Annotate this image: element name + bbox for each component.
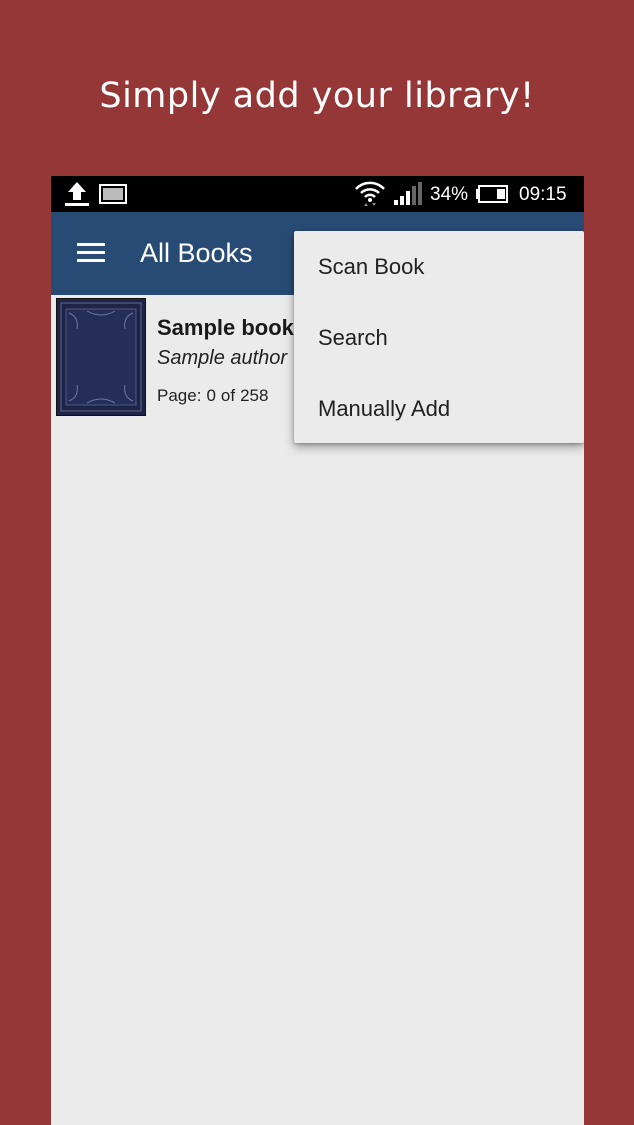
wifi-icon <box>353 178 387 215</box>
book-title: Sample book <box>157 315 294 340</box>
hamburger-menu-icon[interactable] <box>77 242 105 269</box>
book-cover-image <box>56 298 146 416</box>
page-title: All Books <box>140 238 253 268</box>
current-page: 0 <box>206 386 216 405</box>
promo-headline: Simply add your library! <box>99 76 535 116</box>
menu-item-scan-book[interactable]: Scan Book <box>294 231 584 302</box>
overflow-menu: Scan Book Search Manually Add <box>294 231 584 443</box>
page-label: Page: <box>157 386 202 405</box>
phone-screen: 34% 09:15 All Books Sample book Sample a… <box>51 176 584 1125</box>
battery-icon <box>475 185 509 208</box>
battery-percent: 34% <box>430 184 469 205</box>
total-pages: 258 <box>240 386 269 405</box>
status-clock: 09:15 <box>519 184 567 205</box>
image-icon <box>99 184 127 209</box>
menu-item-search[interactable]: Search <box>294 302 584 373</box>
menu-item-manually-add[interactable]: Manually Add <box>294 373 584 444</box>
status-bar: 34% 09:15 <box>51 176 584 212</box>
of-label: of <box>220 386 236 405</box>
book-author: Sample author <box>157 347 288 369</box>
book-page-progress: Page: 0 of 258 <box>157 386 273 406</box>
upload-icon <box>63 181 91 212</box>
signal-icon <box>393 182 423 211</box>
